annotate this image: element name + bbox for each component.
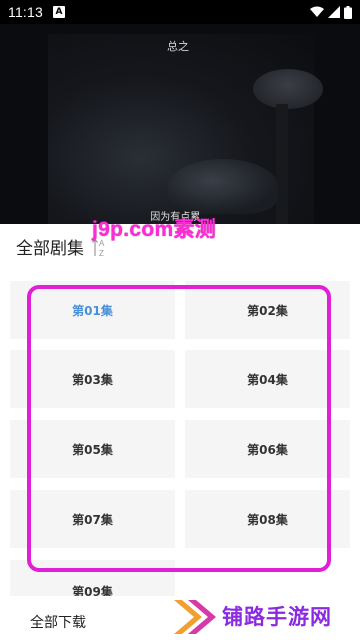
svg-text:Z: Z (99, 249, 104, 258)
lamp-pole-shape (276, 104, 288, 224)
episode-button[interactable]: 第05集 (10, 420, 175, 478)
video-player[interactable]: 总之 因为有点累... (0, 24, 360, 224)
episode-button[interactable]: 第01集 (10, 281, 175, 339)
video-frame: 总之 (48, 34, 323, 224)
figure-shape (168, 159, 278, 214)
episodes-title: 全部剧集 (16, 239, 84, 259)
video-title: 总之 (167, 40, 189, 53)
battery-icon (344, 5, 352, 19)
episode-button[interactable]: 第08集 (185, 490, 350, 548)
episode-button[interactable]: 第09集 (10, 560, 175, 600)
watermark-bottom: 铺路手游网 (222, 605, 332, 629)
wifi-icon (310, 6, 324, 17)
watermark-top: j9p.com素测 (92, 218, 217, 241)
episode-button[interactable]: 第07集 (10, 490, 175, 548)
download-all-button[interactable]: 全部下载 (30, 612, 86, 632)
status-bar: 11:13 A (0, 0, 360, 24)
signal-icon (328, 6, 340, 18)
status-icons (310, 5, 352, 19)
status-time: 11:13 (8, 4, 43, 20)
lamp-shape (253, 69, 323, 109)
episode-button[interactable]: 第03集 (10, 350, 175, 408)
episode-button[interactable]: 第02集 (185, 281, 350, 339)
episode-button[interactable]: 第06集 (185, 420, 350, 478)
watermark-logo-icon (174, 600, 216, 634)
notification-icon: A (53, 6, 65, 18)
episode-button[interactable]: 第04集 (185, 350, 350, 408)
